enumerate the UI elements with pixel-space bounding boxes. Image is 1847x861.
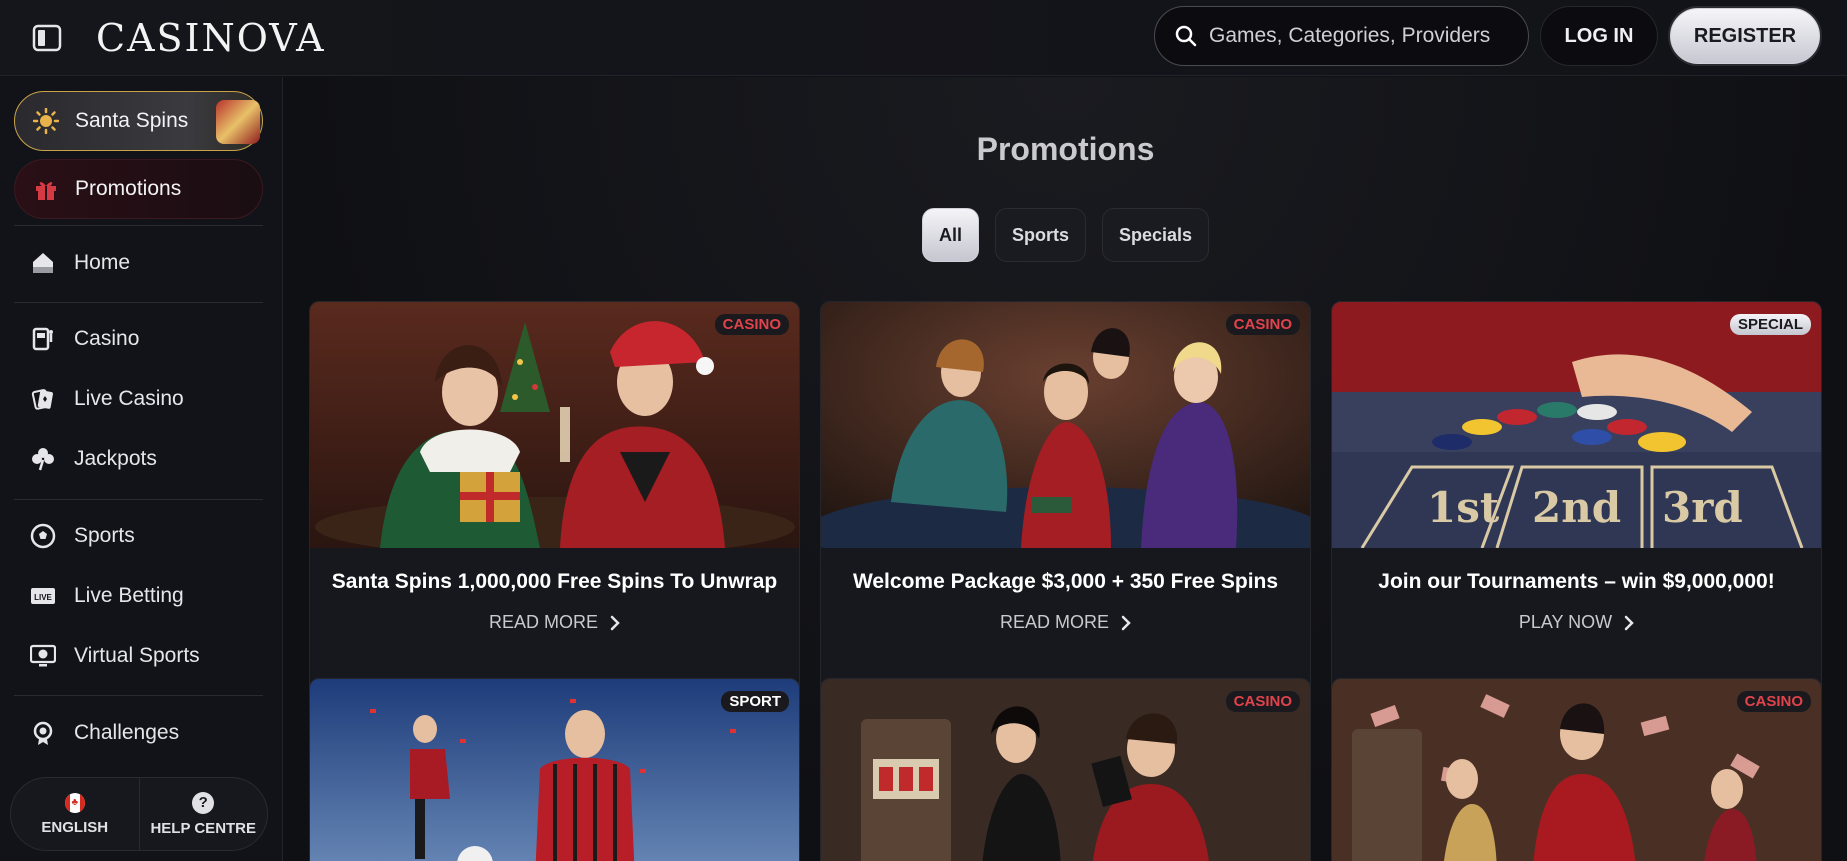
card-title: Join our Tournaments – win $9,000,000!: [1378, 570, 1775, 593]
promo-image: SPORT: [310, 679, 799, 861]
sidebar-item-jackpots[interactable]: Jackpots: [14, 437, 263, 481]
canada-flag-icon: ♣: [64, 792, 85, 813]
live-icon: LIVE: [28, 581, 58, 611]
promo-card-tournaments[interactable]: 1st 2nd 3rd SPECIAL Join our Tournaments…: [1331, 301, 1822, 734]
filter-sports[interactable]: Sports: [994, 208, 1086, 262]
casinova-logo[interactable]: CASINOVA: [96, 14, 326, 62]
promo-card-santa-spins[interactable]: CASINO Santa Spins 1,000,000 Free Spins …: [309, 301, 800, 734]
gift-icon: [31, 174, 61, 204]
category-tag: SPECIAL: [1729, 314, 1811, 335]
divider: [14, 499, 263, 500]
sidebar: Santa Spins Promotions Home Casino Live …: [0, 77, 283, 861]
slot-machine-icon: [28, 324, 58, 354]
search-box[interactable]: [1154, 6, 1529, 66]
language-selector[interactable]: ♣ ENGLISH: [11, 778, 139, 850]
help-label: HELP CENTRE: [150, 819, 257, 837]
read-more-link[interactable]: READ MORE: [310, 612, 799, 633]
sidebar-item-label: Sports: [74, 524, 135, 547]
sidebar-item-label: Promotions: [75, 177, 182, 200]
category-tag: CASINO: [1736, 691, 1811, 712]
sidebar-item-challenges[interactable]: Challenges: [14, 711, 263, 755]
question-icon: ?: [192, 791, 215, 814]
main-content: Promotions All Sports Specials CASINO Sa…: [284, 77, 1847, 861]
promo-image: CASINO: [1332, 679, 1821, 861]
card-title: Santa Spins 1,000,000 Free Spins To Unwr…: [331, 570, 778, 593]
chevron-right-icon: [1121, 615, 1131, 630]
sidebar-item-casino[interactable]: Casino: [14, 317, 263, 361]
promo-image: CASINO: [821, 679, 1310, 861]
sidebar-item-promotions[interactable]: Promotions: [14, 159, 263, 219]
filter-all[interactable]: All: [921, 208, 979, 262]
sidebar-item-santa-spins[interactable]: Santa Spins: [14, 91, 263, 151]
sidebar-footer: ♣ ENGLISH ? HELP CENTRE: [10, 777, 268, 851]
category-tag: CASINO: [1225, 314, 1300, 335]
sidebar-item-label: Jackpots: [74, 447, 157, 470]
sidebar-item-label: Live Betting: [74, 584, 184, 607]
search-icon: [1175, 25, 1197, 47]
filter-specials[interactable]: Specials: [1101, 208, 1210, 262]
language-label: ENGLISH: [41, 818, 109, 836]
sidebar-item-label: Santa Spins: [75, 109, 189, 132]
challenge-icon: [28, 718, 58, 748]
sidebar-item-label: Challenges: [74, 721, 180, 744]
soccer-ball-icon: [28, 521, 58, 551]
sidebar-item-virtual-sports[interactable]: Virtual Sports: [14, 634, 263, 678]
divider: [14, 225, 263, 226]
promo-image: 1st 2nd 3rd SPECIAL: [1332, 302, 1821, 549]
sidebar-toggle-icon[interactable]: [30, 21, 64, 55]
svg-text:LIVE: LIVE: [34, 593, 52, 602]
register-button[interactable]: REGISTER: [1668, 6, 1822, 66]
sidebar-item-label: Virtual Sports: [74, 644, 200, 667]
sidebar-item-live-betting[interactable]: LIVE Live Betting: [14, 574, 263, 618]
promo-image: CASINO: [821, 302, 1310, 577]
chevron-right-icon: [1624, 615, 1634, 630]
category-tag: CASINO: [714, 314, 789, 335]
promo-image: CASINO: [310, 302, 799, 557]
promo-card-welcome-package[interactable]: CASINO Welcome Package $3,000 + 350 Free…: [820, 301, 1311, 734]
promo-card-sport[interactable]: SPORT: [309, 678, 800, 861]
sidebar-item-live-casino[interactable]: Live Casino: [14, 377, 263, 421]
login-button[interactable]: LOG IN: [1540, 6, 1658, 66]
category-tag: CASINO: [1225, 691, 1300, 712]
sidebar-item-label: Casino: [74, 327, 140, 350]
card-title: Welcome Package $3,000 + 350 Free Spins: [852, 570, 1279, 593]
divider: [14, 695, 263, 696]
gift-box-image: [216, 100, 260, 144]
sidebar-item-home[interactable]: Home: [14, 241, 263, 285]
first-place-label: 1st: [1427, 483, 1500, 532]
sidebar-item-label: Home: [74, 251, 131, 274]
divider: [14, 302, 263, 303]
sun-icon: [31, 106, 61, 136]
promo-card-casino-cash[interactable]: CASINO: [1331, 678, 1822, 861]
clover-icon: [28, 444, 58, 474]
virtual-sports-icon: [28, 641, 58, 671]
link-label: READ MORE: [488, 612, 598, 632]
page-title: Promotions: [976, 131, 1155, 167]
help-centre-link[interactable]: ? HELP CENTRE: [138, 778, 268, 850]
third-place-label: 3rd: [1662, 483, 1743, 532]
filter-tabs: All Sports Specials: [284, 208, 1847, 262]
cards-icon: [28, 384, 58, 414]
chevron-right-icon: [610, 615, 620, 630]
search-input[interactable]: [1209, 24, 1509, 48]
promo-card-casino-fri-spins[interactable]: CASINO: [820, 678, 1311, 861]
logo-text: CASINOVA: [96, 16, 326, 60]
link-label: PLAY NOW: [1518, 612, 1613, 632]
read-more-link[interactable]: READ MORE: [821, 612, 1310, 633]
sidebar-item-sports[interactable]: Sports: [14, 514, 263, 558]
top-header: CASINOVA LOG IN REGISTER: [0, 0, 1847, 76]
category-tag: SPORT: [721, 691, 789, 712]
sidebar-item-label: Live Casino: [74, 387, 184, 410]
second-place-label: 2nd: [1532, 483, 1621, 532]
link-label: READ MORE: [999, 612, 1109, 632]
play-now-link[interactable]: PLAY NOW: [1332, 612, 1821, 633]
home-icon: [28, 248, 58, 278]
